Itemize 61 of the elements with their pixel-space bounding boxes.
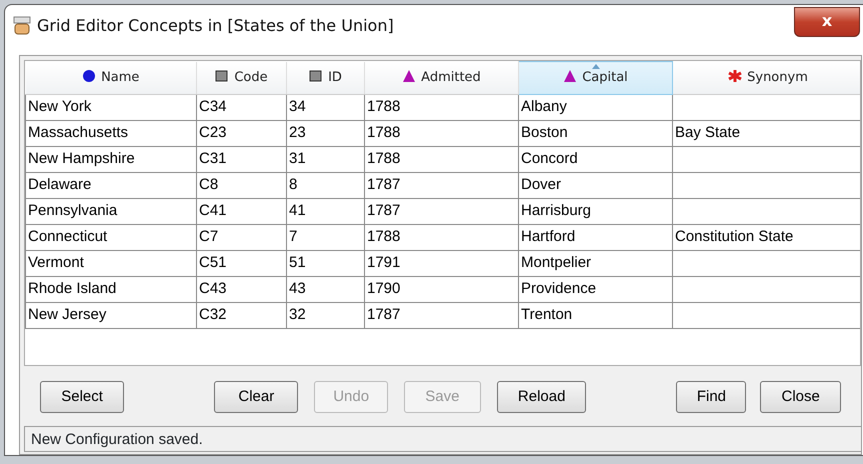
table-cell: 43 (286, 276, 364, 302)
table-cell: C23 (196, 120, 286, 146)
database-icon (13, 16, 31, 36)
table-cell: Hartford (518, 224, 672, 250)
dialog-button[interactable]: Select (40, 381, 124, 413)
table-cell: C41 (196, 198, 286, 224)
table-cell: Albany (518, 94, 672, 120)
table-cell: New York (26, 94, 196, 120)
table-cell: 23 (286, 120, 364, 146)
table-cell: 1788 (364, 94, 518, 120)
table-cell: 1787 (364, 198, 518, 224)
table-cell: C7 (196, 224, 286, 250)
table-cell: Rhode Island (26, 276, 196, 302)
table-cell: C34 (196, 94, 286, 120)
table-cell: Montpelier (518, 250, 672, 276)
window-close-button[interactable]: x (794, 7, 860, 37)
table-cell: Pennsylvania (26, 198, 196, 224)
table-cell: 31 (286, 146, 364, 172)
status-bar: New Configuration saved. (24, 426, 861, 452)
table-cell: Delaware (26, 172, 196, 198)
window-title: Grid Editor Concepts in [States of the Union] (37, 15, 394, 37)
column-header[interactable]: Code (196, 62, 286, 94)
table-cell: 7 (286, 224, 364, 250)
table-cell: Connecticut (26, 224, 196, 250)
table-cell: 1787 (364, 172, 518, 198)
column-header[interactable]: Capital (518, 62, 672, 94)
table-cell: 1791 (364, 250, 518, 276)
table-cell: C8 (196, 172, 286, 198)
table-cell: Concord (518, 146, 672, 172)
sort-arrow-icon (592, 64, 600, 69)
table-cell: C31 (196, 146, 286, 172)
table-cell: 51 (286, 250, 364, 276)
table-cell: Vermont (26, 250, 196, 276)
table-cell: 1790 (364, 276, 518, 302)
dialog-button[interactable]: Find (676, 381, 746, 413)
dialog-button[interactable]: Reload (496, 381, 586, 413)
dialog-button[interactable]: Clear (214, 381, 298, 413)
table-cell: 41 (286, 198, 364, 224)
column-header[interactable]: Synonym (672, 62, 860, 94)
table-cell: 8 (286, 172, 364, 198)
table-cell: Massachusetts (26, 120, 196, 146)
dialog-button[interactable]: Close (760, 381, 841, 413)
table-cell: New Hampshire (26, 146, 196, 172)
table-cell: C32 (196, 302, 286, 328)
table-cell: 32 (286, 302, 364, 328)
table-cell: 1788 (364, 146, 518, 172)
column-header[interactable]: Name (26, 62, 196, 94)
table-cell: Trenton (518, 302, 672, 328)
table-cell: Dover (518, 172, 672, 198)
table-cell: C51 (196, 250, 286, 276)
table-cell: New Jersey (26, 302, 196, 328)
table-cell: Providence (518, 276, 672, 302)
table-cell: C43 (196, 276, 286, 302)
column-header[interactable]: ID (286, 62, 364, 94)
table-cell: Harrisburg (518, 198, 672, 224)
column-header[interactable]: Admitted (364, 62, 518, 94)
table-cell: 34 (286, 94, 364, 120)
table-cell: Boston (518, 120, 672, 146)
table-cell: 1787 (364, 302, 518, 328)
table-cell: 1788 (364, 224, 518, 250)
table-cell: 1788 (364, 120, 518, 146)
